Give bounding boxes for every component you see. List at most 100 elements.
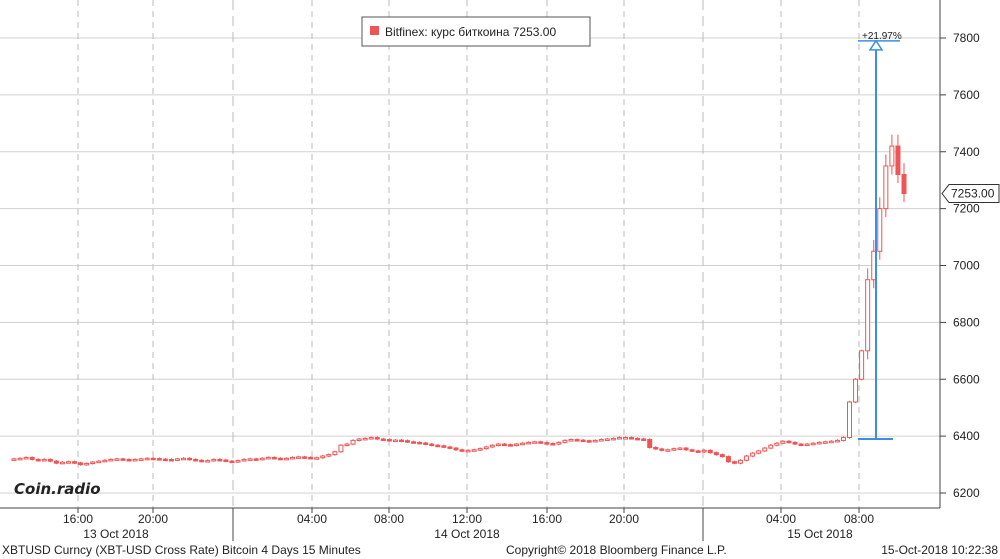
candle [181,457,187,461]
candle [90,461,96,465]
candle [568,439,574,442]
candle [417,441,423,445]
candle [411,441,417,444]
candle [786,440,792,444]
candle [120,458,126,461]
candle [762,447,768,452]
candle [247,458,253,461]
candle [47,458,53,462]
chart-stage: +21.97% 6200 6400 6600 6800 7000 7200 7400 7600… [0,0,1000,559]
candle [453,447,459,451]
footer-ticker-description: XBTUSD Curncy (XBT-USD Cross Rate) Bitco… [2,543,361,557]
candle [332,451,338,456]
candle [586,440,592,443]
candle [235,460,241,463]
candle [538,441,544,444]
candle [768,444,774,449]
x-tick-label: 12:00 [452,512,482,526]
candle [489,444,495,448]
candle [822,441,828,444]
candle [495,443,501,447]
candle [326,454,332,457]
y-tick-label: 6800 [953,315,980,329]
candle [756,450,762,454]
candle [350,439,356,445]
y-tick-label: 7800 [953,31,980,45]
candle [199,459,205,463]
candle [701,449,707,453]
candle [398,439,404,443]
x-tick-label: 16:00 [63,512,93,526]
footer-timestamp: 15-Oct-2018 10:22:38 [881,543,998,557]
x-tick-label: 04:00 [766,512,796,526]
candle [168,458,174,462]
candle [889,145,895,167]
candle [356,438,362,441]
candle [253,458,259,461]
legend-swatch [370,26,379,35]
candle [471,449,477,452]
candle [828,440,834,444]
watermark-logo: Coin.radio [14,480,101,498]
candle [574,439,580,442]
candle [271,456,277,460]
x-tick-label: 16:00 [532,512,562,526]
legend-label: Bitfinex: курс биткоина 7253.00 [385,25,556,39]
candle [816,441,822,445]
candle [211,458,217,462]
vertical-guides [77,0,860,508]
candle [108,458,114,462]
candle [156,458,162,461]
candle [229,460,235,464]
candle [847,401,853,439]
candle [429,443,435,447]
measure-arrow-icon [868,39,884,51]
candle [265,456,271,460]
candle [459,449,465,452]
candle [259,457,265,461]
candle [465,449,471,453]
candle [344,443,350,447]
candle [731,461,737,464]
candle [320,455,326,459]
y-tick-label: 6400 [953,429,980,443]
candle [65,461,71,464]
candle [544,442,550,445]
candle [223,459,229,463]
x-date-label: 14 Oct 2018 [434,527,500,541]
candle [29,456,35,460]
footer-copyright: Copyright© 2018 Bloomberg Finance L.P. [506,543,727,557]
candle [187,457,193,461]
candle [72,461,78,464]
candle [78,462,84,466]
candle [501,443,507,447]
y-axis: 6200 6400 6600 6800 7000 7200 7400 7600 7800 [939,0,980,508]
candle [41,458,47,462]
candle [392,439,398,443]
x-axis: 16:00 20:00 04:00 08:00 12:00 16:00 20:00 04:00… [0,507,940,541]
candle [683,447,689,451]
candle [162,458,168,462]
candle [314,457,320,460]
candle [302,456,308,459]
measure-change-label: +21.97% [862,31,902,42]
candle [780,440,786,444]
candle [895,145,901,175]
candle [616,437,622,440]
candle [610,437,616,441]
candle [290,456,296,460]
candle [11,458,17,461]
candle [283,457,289,461]
candle [96,460,102,464]
candle [17,457,23,461]
candle [193,458,199,462]
candle [132,458,138,462]
y-tick-label: 6200 [953,486,980,500]
candle [635,437,641,441]
candle [677,447,683,451]
candle [441,445,447,448]
x-tick-label: 08:00 [374,512,404,526]
candle [562,439,568,443]
candle [507,444,513,447]
candle [205,460,211,463]
